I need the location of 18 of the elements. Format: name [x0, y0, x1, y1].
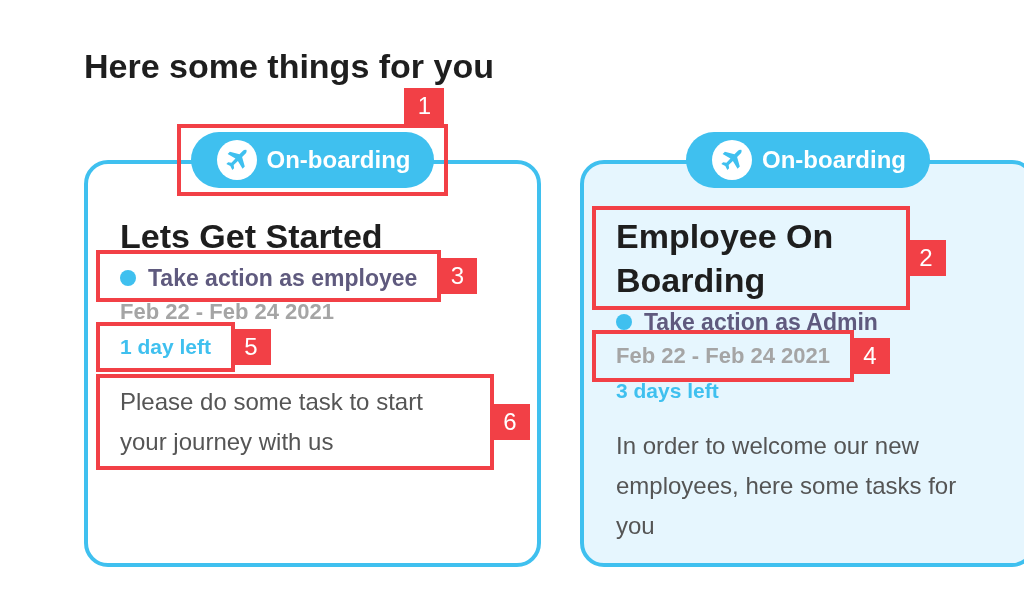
role-label: Take action as Admin	[644, 308, 878, 336]
status-dot	[120, 270, 136, 286]
date-range: Feb 22 - Feb 24 2021	[120, 298, 334, 326]
card-title: Lets Get Started	[120, 216, 383, 257]
card-title: Employee On Boarding	[616, 216, 835, 301]
callout-number: 1	[404, 88, 445, 124]
section-heading: Here some things for you	[84, 46, 494, 87]
days-left-label: 1 day left	[120, 334, 212, 360]
status-dot	[616, 314, 632, 330]
airplane-icon	[216, 140, 257, 180]
role-label: Take action as employee	[148, 264, 418, 292]
card-description: Please do some task to start your journey with us	[120, 387, 424, 457]
category-badge: On-boarding	[686, 132, 930, 188]
category-badge: On-boarding	[190, 132, 435, 188]
date-range: Feb 22 - Feb 24 2021	[616, 342, 830, 370]
airplane-icon	[712, 140, 752, 180]
card-description: In order to welcome our new employees, here some tasks for you	[616, 431, 958, 541]
days-left-label: 3 days left	[616, 378, 719, 404]
